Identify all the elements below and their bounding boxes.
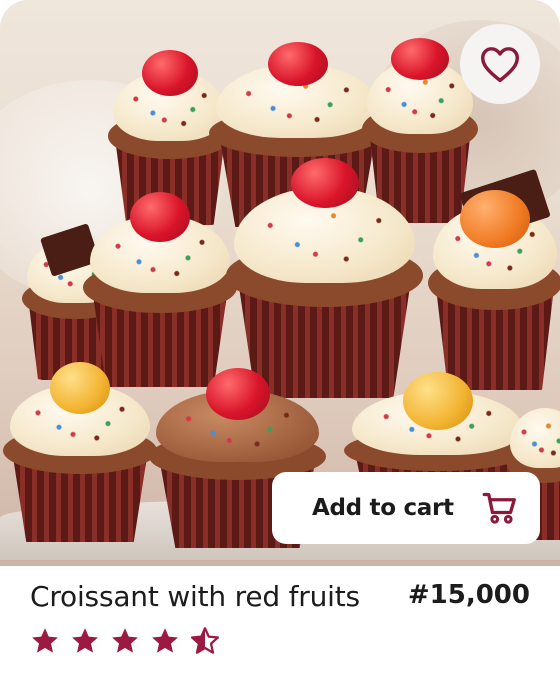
rating-stars — [30, 626, 220, 656]
shopping-cart-icon — [482, 492, 516, 524]
add-to-cart-button[interactable]: Add to cart — [272, 472, 540, 544]
cupcake — [425, 168, 560, 390]
star-full-icon — [112, 628, 138, 653]
product-name: Croissant with red fruits — [30, 580, 360, 613]
cupcake — [222, 158, 427, 398]
star-full-icon — [72, 628, 98, 653]
cupcake — [0, 362, 160, 542]
favorite-button[interactable] — [460, 24, 540, 104]
heart-outline-icon — [480, 47, 519, 83]
cupcake — [80, 192, 240, 387]
add-to-cart-label: Add to cart — [312, 495, 454, 521]
star-full-icon — [152, 628, 178, 653]
product-price: #15,000 — [407, 580, 530, 610]
star-full-icon — [32, 628, 58, 653]
product-card[interactable]: Add to cart Croissant with red fruits #1… — [0, 0, 560, 682]
star-half-icon — [191, 627, 219, 654]
